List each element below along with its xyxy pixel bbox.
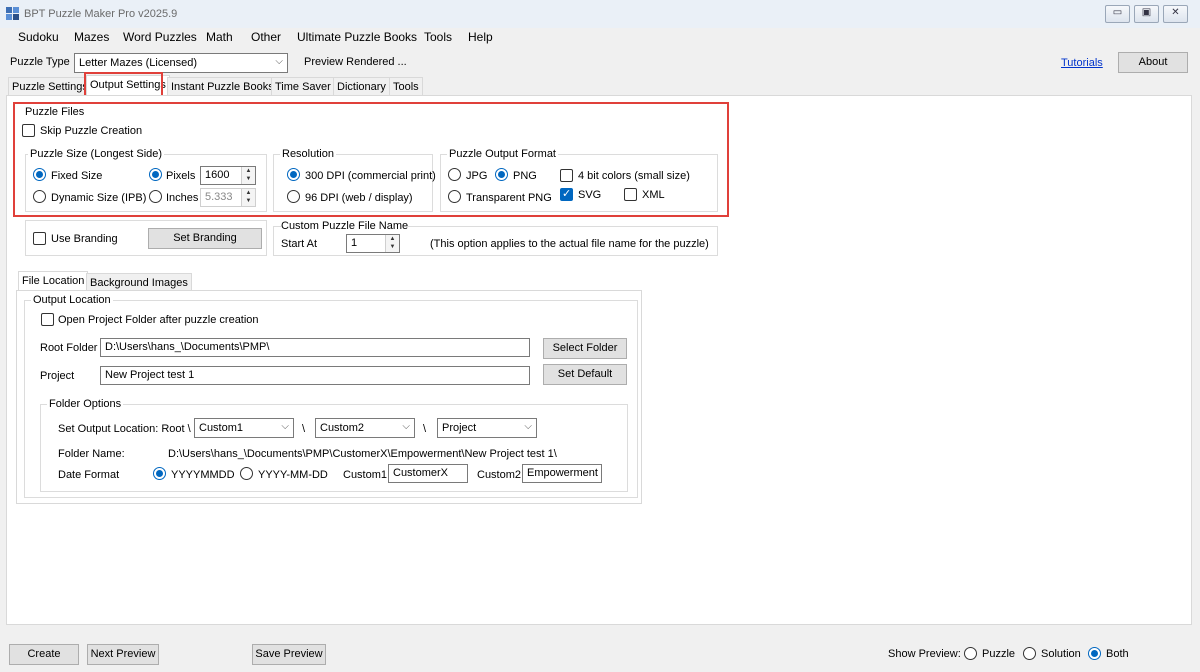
project-label: Project [40, 370, 75, 382]
date-yyyy-mm-dd-label: YYYY-MM-DD [258, 469, 328, 481]
menu-help[interactable]: Help [466, 30, 495, 44]
use-branding-label: Use Branding [51, 233, 118, 245]
custom1-value: CustomerX [393, 467, 449, 479]
folder-name-label: Folder Name: [58, 448, 125, 460]
puzzle-type-select[interactable]: Letter Mazes (Licensed) ⌵ [74, 53, 288, 73]
chevron-down-icon: ⌵ [402, 421, 410, 432]
set-branding-button[interactable]: Set Branding [148, 228, 262, 249]
menu-math[interactable]: Math [204, 30, 235, 44]
root-folder-label: Root Folder [40, 342, 98, 354]
close-icon: ✕ [1171, 7, 1180, 18]
project-select[interactable]: Project ⌵ [437, 418, 537, 438]
close-button[interactable]: ✕ [1163, 5, 1188, 23]
minimize-icon: ▭ [1112, 7, 1123, 18]
custom1-select-value: Custom1 [199, 422, 244, 434]
tab-dictionary[interactable]: Dictionary [333, 77, 390, 96]
menu-other[interactable]: Other [249, 30, 283, 44]
app-icon [6, 7, 19, 20]
select-folder-button[interactable]: Select Folder [543, 338, 627, 359]
menu-bar: Sudoku Mazes Word Puzzles Math Other Ult… [0, 28, 1200, 48]
start-at-label: Start At [281, 238, 318, 250]
open-folder-checkbox[interactable] [41, 313, 54, 326]
tab-instant-puzzle-books[interactable]: Instant Puzzle Books [167, 77, 278, 96]
create-button[interactable]: Create [9, 644, 79, 665]
path-separator: \ [423, 423, 427, 435]
about-button[interactable]: About [1118, 52, 1188, 73]
menu-mazes[interactable]: Mazes [72, 30, 111, 44]
menu-tools[interactable]: Tools [422, 30, 454, 44]
use-branding-checkbox[interactable] [33, 232, 46, 245]
puzzle-type-value: Letter Mazes (Licensed) [79, 57, 197, 69]
custom2-select-value: Custom2 [320, 422, 365, 434]
next-preview-button[interactable]: Next Preview [87, 644, 159, 665]
date-format-label: Date Format [58, 469, 120, 481]
custom1-select[interactable]: Custom1 ⌵ [194, 418, 294, 438]
show-both-label: Both [1106, 648, 1129, 660]
maximize-icon: ▣ [1141, 7, 1152, 18]
project-select-value: Project [442, 422, 477, 434]
start-at-spinner-icon[interactable]: ▲ ▼ [385, 235, 399, 252]
project-input[interactable]: New Project test 1 [100, 366, 530, 385]
show-both-radio[interactable] [1088, 647, 1101, 660]
maximize-button[interactable]: ▣ [1134, 5, 1159, 23]
folder-name-value: D:\Users\hans_\Documents\PMP\CustomerX\E… [168, 448, 557, 460]
show-puzzle-label: Puzzle [982, 648, 1016, 660]
chevron-down-icon: ⌵ [281, 421, 289, 432]
start-at-value: 1 [351, 237, 358, 249]
project-value: New Project test 1 [105, 369, 195, 381]
puzzle-type-label: Puzzle Type [10, 56, 70, 68]
show-preview-label: Show Preview: [888, 648, 961, 660]
show-solution-label: Solution [1041, 648, 1081, 660]
tab-puzzle-settings[interactable]: Puzzle Settings [8, 77, 92, 96]
custom-name-title: Custom Puzzle File Name [281, 220, 409, 232]
custom2-select[interactable]: Custom2 ⌵ [315, 418, 415, 438]
preview-status: Preview Rendered ... [304, 56, 407, 68]
date-yyyy-mm-dd-radio[interactable] [240, 467, 253, 480]
open-folder-label: Open Project Folder after puzzle creatio… [58, 314, 259, 326]
show-solution-radio[interactable] [1023, 647, 1036, 660]
minimize-button[interactable]: ▭ [1105, 5, 1130, 23]
folder-options-title: Folder Options [47, 398, 124, 410]
title-bar: BPT Puzzle Maker Pro v2025.9 ▭ ▣ ✕ [0, 0, 1200, 28]
output-location-title: Output Location [31, 294, 113, 306]
custom2-value: Empowerment [527, 467, 598, 479]
show-puzzle-radio[interactable] [964, 647, 977, 660]
custom1-label: Custom1: [343, 469, 391, 481]
subtab-file-location[interactable]: File Location [18, 271, 89, 291]
date-yyyymmdd-radio[interactable] [153, 467, 166, 480]
set-default-button[interactable]: Set Default [543, 364, 627, 385]
save-preview-button[interactable]: Save Preview [252, 644, 326, 665]
chevron-down-icon: ⌵ [275, 56, 283, 67]
root-folder-value: D:\Users\hans_\Documents\PMP\ [105, 341, 270, 353]
tab-time-saver[interactable]: Time Saver [271, 77, 335, 96]
custom2-input[interactable]: Empowerment [522, 464, 602, 483]
custom2-label: Custom2: [477, 469, 525, 481]
custom1-input[interactable]: CustomerX [388, 464, 468, 483]
root-folder-input[interactable]: D:\Users\hans_\Documents\PMP\ [100, 338, 530, 357]
menu-sudoku[interactable]: Sudoku [16, 30, 61, 44]
start-at-input[interactable]: 1 ▲ ▼ [346, 234, 400, 253]
puzzle-files-highlight [13, 102, 729, 217]
path-separator: \ [302, 423, 306, 435]
custom-name-note: (This option applies to the actual file … [430, 238, 709, 250]
date-yyyymmdd-label: YYYYMMDD [171, 469, 235, 481]
window-title: BPT Puzzle Maker Pro v2025.9 [24, 8, 178, 20]
menu-ultimate-puzzle-books[interactable]: Ultimate Puzzle Books [295, 30, 419, 44]
menu-word-puzzles[interactable]: Word Puzzles [121, 30, 199, 44]
chevron-down-icon: ⌵ [524, 421, 532, 432]
tab-tools[interactable]: Tools [389, 77, 423, 96]
set-output-label: Set Output Location: Root \ [58, 423, 191, 435]
tutorials-link[interactable]: Tutorials [1061, 57, 1103, 69]
